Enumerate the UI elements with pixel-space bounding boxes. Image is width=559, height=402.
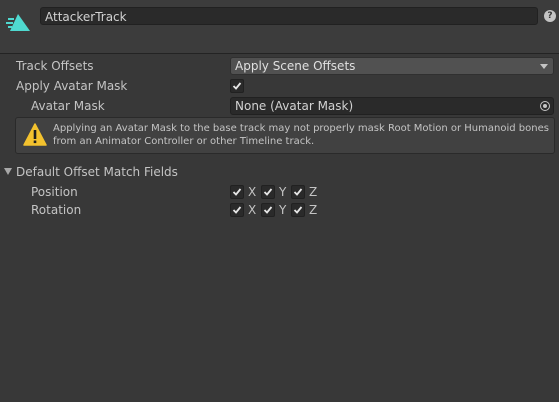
avatar-mask-label: Avatar Mask	[31, 99, 105, 113]
object-picker-icon[interactable]	[540, 101, 550, 111]
rotation-x-label: X	[248, 203, 257, 217]
animation-track-icon	[6, 14, 30, 31]
dropdown-arrow-icon	[540, 64, 548, 69]
rotation-z-label: Z	[309, 203, 318, 217]
position-x-checkbox[interactable]	[230, 185, 244, 199]
position-y-checkbox[interactable]	[261, 185, 275, 199]
offset-match-fields-foldout[interactable]: Default Offset Match Fields	[0, 163, 559, 181]
warning-message: Applying an Avatar Mask to the base trac…	[53, 123, 549, 147]
position-z-label: Z	[309, 185, 318, 199]
apply-avatar-mask-label: Apply Avatar Mask	[16, 79, 128, 93]
rotation-y-checkbox[interactable]	[261, 203, 275, 217]
rotation-y-label: Y	[279, 203, 287, 217]
checkmark-icon	[232, 206, 242, 214]
checkmark-icon	[263, 188, 273, 196]
rotation-z-checkbox[interactable]	[291, 203, 305, 217]
help-icon[interactable]: ?	[544, 10, 556, 22]
apply-avatar-mask-checkbox[interactable]	[230, 79, 244, 93]
apply-avatar-mask-row: Apply Avatar Mask	[0, 77, 559, 95]
avatar-mask-value: None (Avatar Mask)	[235, 99, 354, 113]
checkmark-icon	[263, 206, 273, 214]
track-offsets-label: Track Offsets	[16, 59, 94, 73]
track-offsets-value: Apply Scene Offsets	[235, 59, 356, 73]
checkmark-icon	[293, 188, 303, 196]
checkmark-icon	[232, 188, 242, 196]
track-name-field[interactable]: AttackerTrack	[40, 7, 538, 25]
warning-icon	[23, 123, 47, 146]
offset-match-fields-label: Default Offset Match Fields	[16, 165, 178, 179]
avatar-mask-field[interactable]: None (Avatar Mask)	[230, 97, 554, 115]
avatar-mask-warning: Applying an Avatar Mask to the base trac…	[15, 117, 555, 154]
rotation-label: Rotation	[31, 203, 82, 217]
track-offsets-row: Track Offsets Apply Scene Offsets	[0, 57, 559, 75]
position-label: Position	[31, 185, 78, 199]
position-y-label: Y	[279, 185, 287, 199]
checkmark-icon	[293, 206, 303, 214]
position-z-checkbox[interactable]	[291, 185, 305, 199]
checkmark-icon	[232, 82, 242, 90]
track-offsets-dropdown[interactable]: Apply Scene Offsets	[230, 57, 554, 75]
foldout-expanded-icon[interactable]	[4, 168, 12, 175]
inspector-panel: AttackerTrack ? Track Offsets Apply Scen…	[0, 0, 559, 402]
inspector-header: AttackerTrack ?	[0, 0, 559, 54]
rotation-x-checkbox[interactable]	[230, 203, 244, 217]
rotation-row: Rotation X Y Z	[0, 201, 559, 219]
avatar-mask-row: Avatar Mask None (Avatar Mask)	[0, 97, 559, 115]
position-x-label: X	[248, 185, 257, 199]
position-row: Position X Y Z	[0, 183, 559, 201]
